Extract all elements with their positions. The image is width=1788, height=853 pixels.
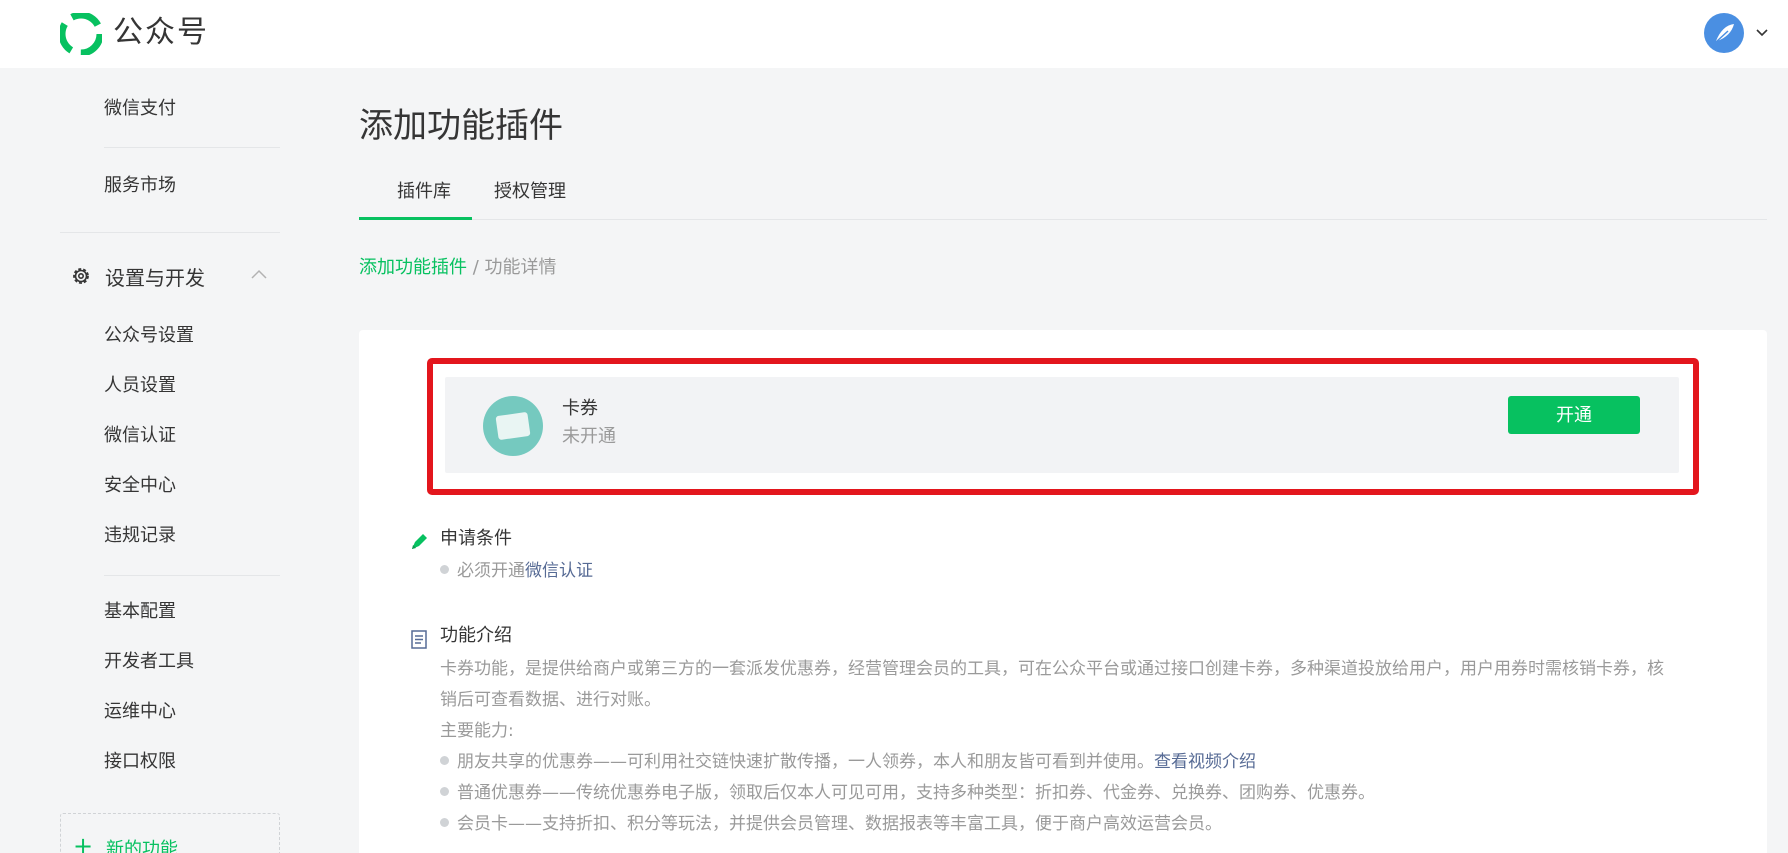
tab-plugin-library[interactable]: 插件库 [397,179,451,205]
sidebar-item-service-market[interactable]: 服务市场 [104,173,176,199]
sidebar-item-security-center[interactable]: 安全中心 [104,473,176,499]
feather-avatar-icon [1715,24,1734,43]
tab-bar: 插件库 授权管理 [359,167,1767,220]
watch-video-link[interactable]: 查看视频介绍 [1154,752,1256,772]
sidebar-item-staff-settings[interactable]: 人员设置 [104,373,176,399]
card-shape [495,411,531,441]
condition-item: 必须开通微信认证 [440,558,593,584]
wechat-official-account-logo[interactable] [60,13,102,55]
user-avatar[interactable] [1704,13,1744,53]
ability-item: 普通优惠券——传统优惠券电子版，领取后仅本人可见可用，支持多种类型：折扣券、代金… [440,780,1375,806]
wechat-verification-link[interactable]: 微信认证 [525,561,593,581]
activate-button[interactable]: 开通 [1508,396,1640,434]
breadcrumb-current: 功能详情 [484,257,557,278]
ability-item: 朋友共享的优惠券——可利用社交链快速扩散传播，一人领券，本人和朋友皆可看到并使用… [440,749,1256,775]
sidebar-nav: 微信支付 服务市场 设置与开发 公众号设置 人员设置 微信认证 安全中心 违规记… [0,68,330,853]
sidebar-divider [104,147,280,148]
ability-text: 会员卡——支持折扣、积分等玩法，并提供会员管理、数据报表等丰富工具，便于商户高效… [457,814,1222,834]
chevron-down-icon[interactable] [1755,26,1769,40]
plugin-status: 未开通 [562,426,616,447]
ability-item: 会员卡——支持折扣、积分等玩法，并提供会员管理、数据报表等丰富工具，便于商户高效… [440,811,1222,837]
pencil-icon [412,534,427,549]
ability-text: 朋友共享的优惠券——可利用社交链快速扩散传播，一人领券，本人和朋友皆可看到并使用… [457,752,1154,772]
intro-paragraph-line-2: 销后可查看数据、进行对账。 [440,690,661,710]
active-tab-indicator [359,217,472,220]
sidebar-item-wechat-verification[interactable]: 微信认证 [104,423,176,449]
ability-text: 普通优惠券——传统优惠券电子版，领取后仅本人可见可用，支持多种类型：折扣券、代金… [457,783,1375,803]
document-icon [411,630,427,649]
condition-text: 必须开通 [457,561,525,581]
bullet-icon [440,756,449,765]
sidebar-item-wechat-pay[interactable]: 微信支付 [104,96,176,122]
tab-authorization-management[interactable]: 授权管理 [494,179,566,205]
card-coupon-icon [483,396,543,456]
plus-icon: + [73,832,94,853]
sidebar-item-basic-config[interactable]: 基本配置 [104,599,176,625]
sidebar-item-developer-tools[interactable]: 开发者工具 [104,649,194,675]
new-feature-label: 新的功能 [106,839,178,853]
new-feature-button[interactable]: + 新的功能 [60,813,280,853]
breadcrumb-separator: / [472,257,479,278]
chevron-up-icon[interactable] [250,268,268,280]
sidebar-divider [60,232,280,233]
abilities-label: 主要能力: [440,721,514,741]
conditions-title: 申请条件 [440,528,512,549]
bullet-icon [440,818,449,827]
main-content: 添加功能插件 插件库 授权管理 添加功能插件 / 功能详情 卡券 未开通 开通 … [359,68,1769,853]
breadcrumb: 添加功能插件 / 功能详情 [359,255,557,281]
sidebar-section-settings-dev[interactable]: 设置与开发 [70,260,280,294]
sidebar-divider [104,575,280,576]
plugin-summary: 卡券 未开通 开通 [445,377,1679,473]
sidebar-section-label: 设置与开发 [105,266,205,290]
top-bar: 公众号 [0,0,1788,68]
page-title: 添加功能插件 [359,106,563,146]
sidebar-item-api-permissions[interactable]: 接口权限 [104,749,176,775]
bullet-icon [440,787,449,796]
breadcrumb-link-add-plugin[interactable]: 添加功能插件 [359,257,467,278]
brand-name[interactable]: 公众号 [113,13,209,53]
gear-icon [73,268,89,284]
intro-title: 功能介绍 [440,625,512,646]
sidebar-item-ops-center[interactable]: 运维中心 [104,699,176,725]
intro-paragraph-line-1: 卡券功能，是提供给商户或第三方的一套派发优惠券，经营管理会员的工具，可在公众平台… [440,659,1664,679]
plugin-detail-card: 卡券 未开通 开通 申请条件 必须开通微信认证 功能介绍 卡券功能，是提供给商户… [359,330,1767,853]
sidebar-item-violation-records[interactable]: 违规记录 [104,523,176,549]
plugin-name: 卡券 [562,398,598,419]
sidebar-item-account-settings[interactable]: 公众号设置 [104,323,194,349]
bullet-icon [440,565,449,574]
